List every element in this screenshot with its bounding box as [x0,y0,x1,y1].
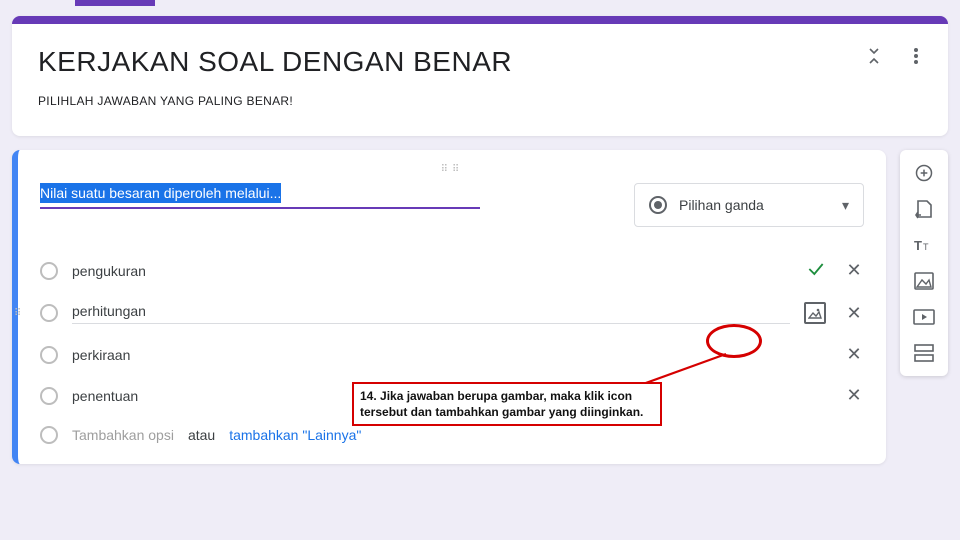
radio-circle-icon[interactable] [40,346,58,364]
drag-handle-icon[interactable]: ⠿⠿ [40,164,864,175]
option-label[interactable]: perhitungan [72,303,790,324]
grip-icon[interactable]: ⠿ [14,308,22,319]
radio-circle-icon[interactable] [40,262,58,280]
option-row: ⠿ perhitungan ✕ [40,292,864,334]
radio-circle-icon[interactable] [40,387,58,405]
remove-option-icon[interactable]: ✕ [844,344,864,365]
form-title: KERJAKAN SOAL DENGAN BENAR [38,46,922,78]
add-title-icon[interactable]: TT [913,234,935,256]
remove-option-icon[interactable]: ✕ [844,385,864,406]
add-question-icon[interactable] [913,162,935,184]
form-description: PILIHLAH JAWABAN YANG PALING BENAR! [38,94,922,108]
add-video-icon[interactable] [913,306,935,328]
form-header-card: KERJAKAN SOAL DENGAN BENAR PILIHLAH JAWA… [12,16,948,136]
more-vert-icon[interactable] [906,46,926,66]
collapse-icon[interactable] [864,46,884,66]
accent-bar [75,0,155,6]
radio-circle-icon [40,426,58,444]
svg-text:T: T [914,238,922,253]
option-row: pengukuran ✕ [40,249,864,292]
add-other-link[interactable]: tambahkan "Lainnya" [229,427,361,443]
caret-down-icon: ▾ [842,197,849,214]
add-image-icon[interactable] [804,302,826,324]
radio-icon [649,196,667,214]
question-title-text: Nilai suatu besaran diperoleh melalui... [40,183,281,203]
question-title-input[interactable]: Nilai suatu besaran diperoleh melalui... [40,183,480,209]
add-option-link[interactable]: Tambahkan opsi [72,427,174,443]
question-type-label: Pilihan ganda [679,197,764,213]
check-icon [806,259,826,282]
side-toolbar: TT [900,150,948,376]
option-label[interactable]: pengukuran [72,263,792,279]
add-section-icon[interactable] [913,342,935,364]
annotation-callout: 14. Jika jawaban berupa gambar, maka kli… [352,382,662,426]
add-image-toolbar-icon[interactable] [913,270,935,292]
annotation-line1: 14. Jika jawaban berupa gambar, maka kli… [360,388,654,404]
question-type-dropdown[interactable]: Pilihan ganda ▾ [634,183,864,227]
import-question-icon[interactable] [913,198,935,220]
radio-circle-icon[interactable] [40,304,58,322]
option-row: perkiraan ✕ [40,334,864,375]
remove-option-icon[interactable]: ✕ [844,260,864,281]
svg-text:T: T [923,242,929,252]
annotation-line2: tersebut dan tambahkan gambar yang diing… [360,404,654,420]
option-label[interactable]: perkiraan [72,347,830,363]
or-text: atau [188,427,215,443]
remove-option-icon[interactable]: ✕ [844,303,864,324]
